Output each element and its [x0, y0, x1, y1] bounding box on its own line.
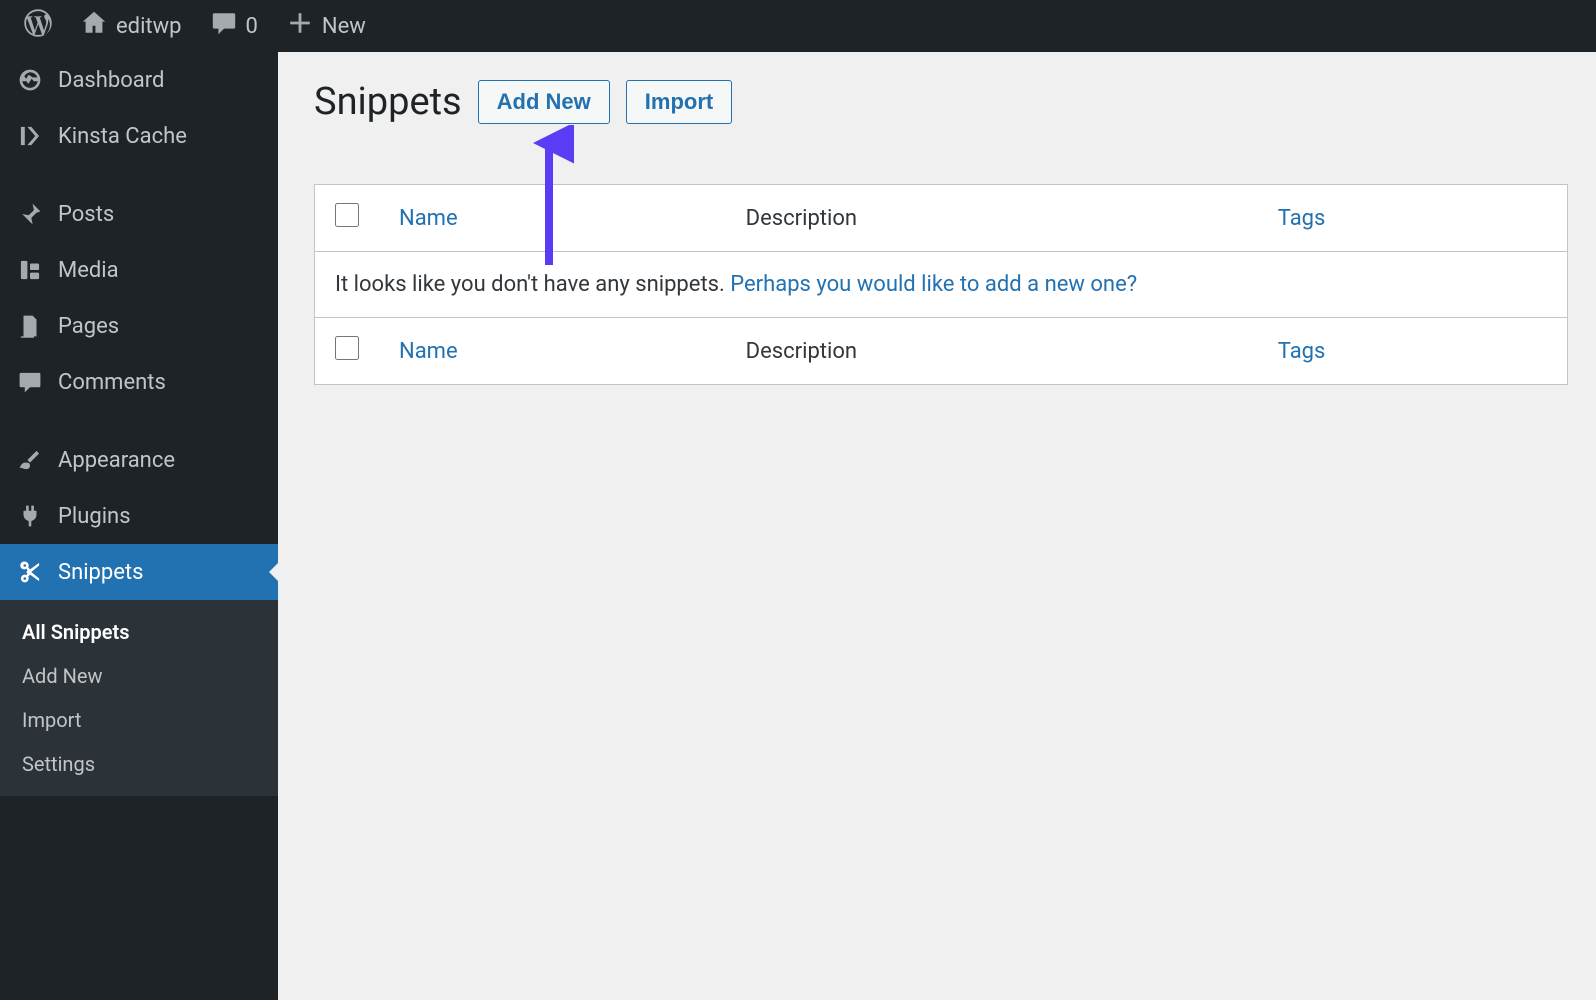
- sidebar-item-comments[interactable]: Comments: [0, 354, 278, 410]
- column-footer-description: Description: [726, 318, 1258, 385]
- sidebar-item-posts[interactable]: Posts: [0, 186, 278, 242]
- admin-sidebar: Dashboard Kinsta Cache Posts Media Pages…: [0, 52, 278, 1000]
- scissors-icon: [16, 558, 44, 586]
- main-content: Snippets Add New Import Name Description…: [278, 52, 1596, 1000]
- sidebar-item-kinsta-cache[interactable]: Kinsta Cache: [0, 108, 278, 164]
- sidebar-item-label: Snippets: [58, 560, 144, 585]
- wp-logo-menu[interactable]: [10, 0, 66, 52]
- sidebar-item-appearance[interactable]: Appearance: [0, 432, 278, 488]
- column-header-tags[interactable]: Tags: [1258, 185, 1568, 252]
- kinsta-icon: [16, 122, 44, 150]
- new-label: New: [322, 14, 366, 39]
- sidebar-item-label: Media: [58, 258, 119, 283]
- comments-link[interactable]: 0: [196, 0, 272, 52]
- select-all-checkbox-top[interactable]: [335, 203, 359, 227]
- table-footer-row: Name Description Tags: [315, 318, 1568, 385]
- comments-count: 0: [246, 14, 258, 39]
- sidebar-item-dashboard[interactable]: Dashboard: [0, 52, 278, 108]
- sidebar-item-label: Pages: [58, 314, 119, 339]
- dashboard-icon: [16, 66, 44, 94]
- add-new-button[interactable]: Add New: [478, 80, 610, 124]
- select-all-checkbox-bottom[interactable]: [335, 336, 359, 360]
- new-content-link[interactable]: New: [272, 0, 380, 52]
- sidebar-item-label: Kinsta Cache: [58, 124, 187, 149]
- submenu-item-settings[interactable]: Settings: [0, 742, 278, 786]
- submenu-item-import[interactable]: Import: [0, 698, 278, 742]
- column-footer-name[interactable]: Name: [379, 318, 726, 385]
- comment-icon: [210, 9, 238, 43]
- sidebar-item-plugins[interactable]: Plugins: [0, 488, 278, 544]
- sidebar-item-label: Appearance: [58, 448, 175, 473]
- empty-state-row: It looks like you don't have any snippet…: [315, 252, 1568, 318]
- submenu-item-add-new[interactable]: Add New: [0, 654, 278, 698]
- column-footer-tags[interactable]: Tags: [1258, 318, 1568, 385]
- plus-icon: [286, 9, 314, 43]
- sidebar-item-media[interactable]: Media: [0, 242, 278, 298]
- pin-icon: [16, 200, 44, 228]
- column-header-name[interactable]: Name: [379, 185, 726, 252]
- snippets-submenu: All Snippets Add New Import Settings: [0, 600, 278, 796]
- page-title: Snippets: [314, 80, 462, 124]
- page-header: Snippets Add New Import: [314, 80, 1568, 124]
- plugin-icon: [16, 502, 44, 530]
- snippets-table: Name Description Tags It looks like you …: [314, 184, 1568, 385]
- import-button[interactable]: Import: [626, 80, 732, 124]
- menu-separator: [0, 164, 278, 186]
- sidebar-item-snippets[interactable]: Snippets: [0, 544, 278, 600]
- sidebar-item-label: Dashboard: [58, 68, 164, 93]
- wordpress-logo-icon: [24, 9, 52, 43]
- admin-bar: editwp 0 New: [0, 0, 1596, 52]
- sidebar-item-label: Plugins: [58, 504, 131, 529]
- pages-icon: [16, 312, 44, 340]
- appearance-brush-icon: [16, 446, 44, 474]
- submenu-item-all-snippets[interactable]: All Snippets: [0, 610, 278, 654]
- sidebar-item-pages[interactable]: Pages: [0, 298, 278, 354]
- menu-separator: [0, 410, 278, 432]
- home-icon: [80, 9, 108, 43]
- sidebar-item-label: Posts: [58, 202, 114, 227]
- empty-state-text: It looks like you don't have any snippet…: [335, 272, 730, 297]
- media-icon: [16, 256, 44, 284]
- empty-state-add-link[interactable]: Perhaps you would like to add a new one?: [730, 272, 1137, 297]
- comments-icon: [16, 368, 44, 396]
- sidebar-item-label: Comments: [58, 370, 166, 395]
- site-name-text: editwp: [116, 14, 182, 39]
- table-header-row: Name Description Tags: [315, 185, 1568, 252]
- site-name-link[interactable]: editwp: [66, 0, 196, 52]
- column-header-description: Description: [726, 185, 1258, 252]
